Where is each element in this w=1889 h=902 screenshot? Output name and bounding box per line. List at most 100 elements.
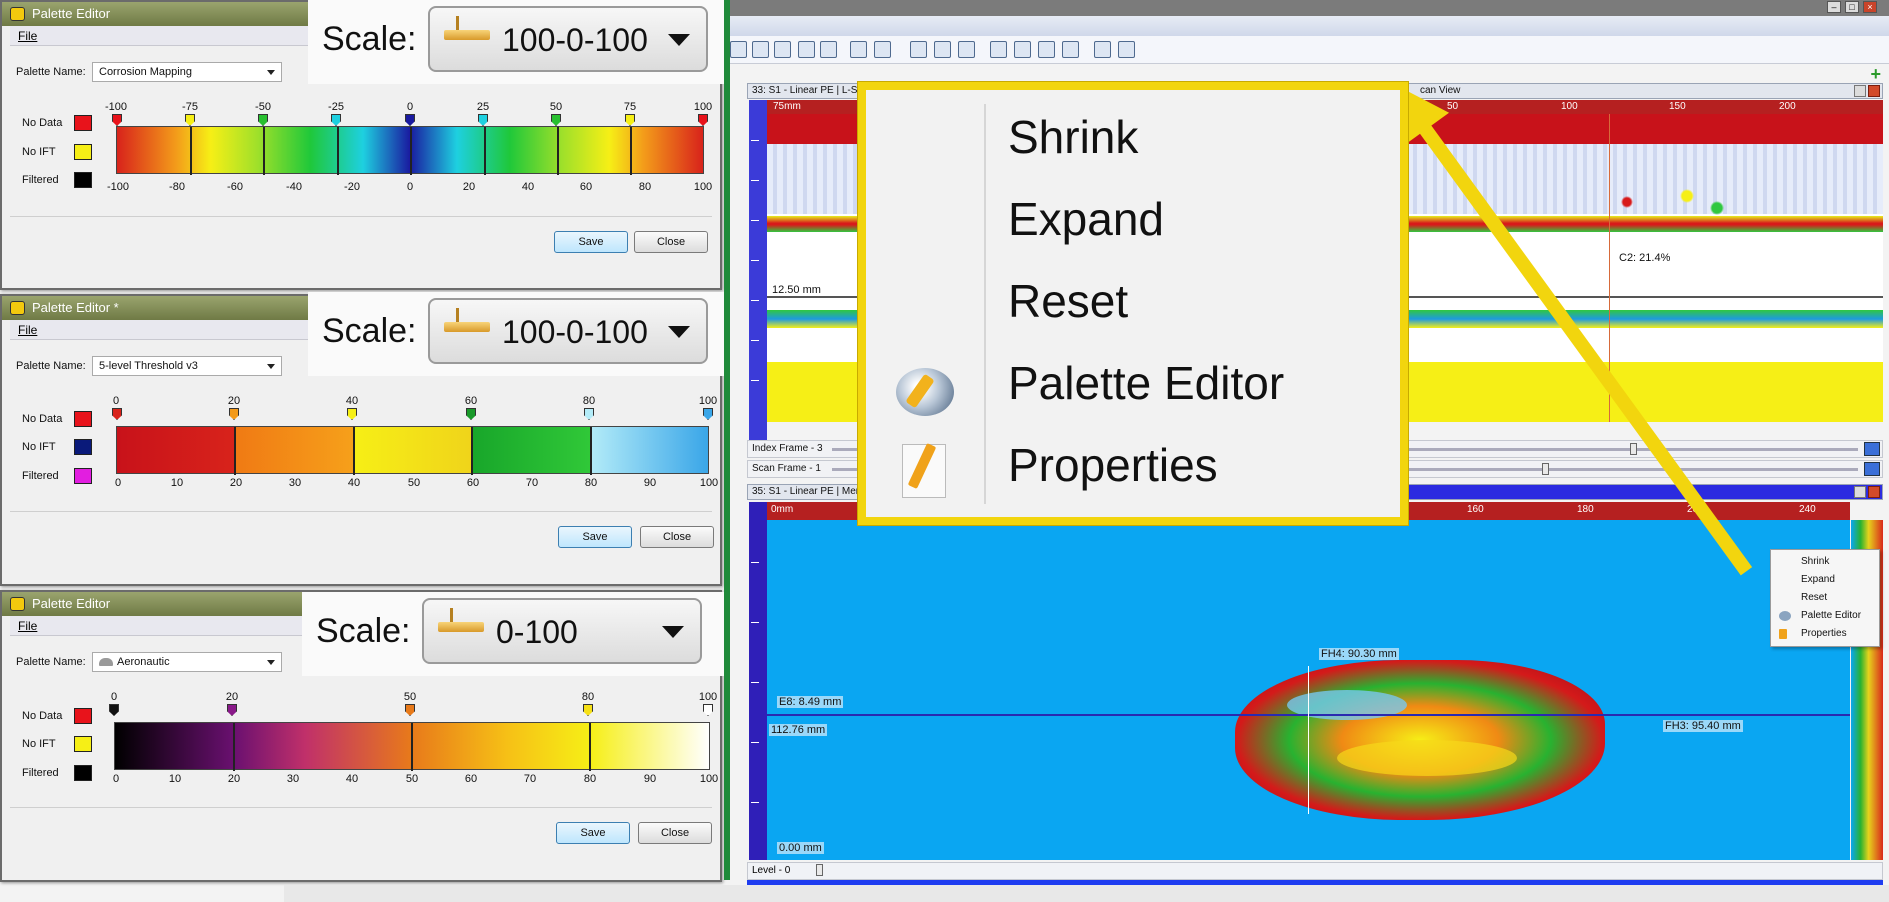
menu-item-palette-editor[interactable]: Palette Editor	[1008, 356, 1284, 410]
scale-label: Scale:	[322, 20, 417, 58]
close-button[interactable]: Close	[640, 526, 714, 548]
ruler-label: 100	[1561, 101, 1578, 112]
filtered-swatch[interactable]	[74, 468, 92, 484]
no-ift-label: No IFT	[22, 146, 56, 158]
menu-item-reset[interactable]: Reset	[1801, 592, 1827, 603]
menu-item-properties[interactable]: Properties	[1801, 628, 1847, 639]
level-slider[interactable]	[816, 864, 823, 876]
save-button[interactable]: Save	[554, 231, 628, 253]
maximize-icon[interactable]	[1854, 85, 1866, 97]
scale-dropdown[interactable]: 100-0-100	[428, 298, 708, 364]
clear-overlay-icon[interactable]	[1118, 41, 1135, 58]
save-view-icon[interactable]	[774, 41, 791, 58]
zoom-fit-icon[interactable]	[958, 41, 975, 58]
menu-item-shrink[interactable]: Shrink	[1801, 556, 1829, 567]
palette-marker-handle[interactable]	[466, 408, 476, 420]
palette-name-select[interactable]: 5-level Threshold v3	[92, 356, 282, 376]
palette-marker-handle[interactable]	[331, 114, 341, 126]
close-icon[interactable]: ×	[1863, 1, 1877, 13]
palette-marker-handle[interactable]	[258, 114, 268, 126]
menu-item-palette-editor[interactable]: Palette Editor	[1801, 610, 1861, 621]
chevron-down-icon	[668, 34, 690, 46]
cursor-icon[interactable]	[820, 41, 837, 58]
file-menu[interactable]: File	[18, 29, 37, 43]
index-frame-slider[interactable]	[1630, 443, 1637, 455]
top-tick-label: 100	[698, 691, 718, 703]
palette-marker-handle[interactable]	[185, 114, 195, 126]
scale-callout: Scale: 100-0-100	[308, 292, 724, 376]
undo-icon[interactable]	[730, 41, 747, 58]
no-data-swatch[interactable]	[74, 708, 92, 724]
cursor-readout: C2: 21.4%	[1619, 252, 1671, 264]
no-data-swatch[interactable]	[74, 411, 92, 427]
tool-icon[interactable]	[1062, 41, 1079, 58]
play-icon[interactable]	[1864, 462, 1880, 476]
scale-dropdown[interactable]: 0-100	[422, 598, 702, 664]
palette-marker-handle[interactable]	[698, 114, 708, 126]
palette-marker-handle[interactable]	[347, 408, 357, 420]
menu-item-reset[interactable]: Reset	[1008, 274, 1128, 328]
menu-item-expand[interactable]: Expand	[1008, 192, 1164, 246]
cscan-view[interactable]: FH4: 90.30 mm E8: 8.49 mm FH3: 95.40 mm …	[767, 520, 1850, 860]
zoom-in-icon[interactable]	[910, 41, 927, 58]
palette-marker-handle[interactable]	[112, 114, 122, 126]
restore-icon[interactable]: □	[1845, 1, 1859, 13]
palette-marker-handle[interactable]	[109, 704, 119, 716]
palette-marker-handle[interactable]	[478, 114, 488, 126]
close-icon[interactable]	[1868, 486, 1880, 498]
layout-icon[interactable]	[752, 41, 769, 58]
no-data-swatch[interactable]	[74, 115, 92, 131]
no-ift-swatch[interactable]	[74, 144, 92, 160]
edit-selection-icon[interactable]	[1014, 41, 1031, 58]
filtered-swatch[interactable]	[74, 172, 92, 188]
minimize-icon[interactable]: –	[1827, 1, 1841, 13]
select-icon[interactable]	[990, 41, 1007, 58]
file-menu[interactable]: File	[18, 323, 37, 337]
palette-name-select[interactable]: Corrosion Mapping	[92, 62, 282, 82]
top-tick-label: -25	[328, 101, 344, 113]
palette-marker-handle[interactable]	[625, 114, 635, 126]
close-button[interactable]: Close	[638, 822, 712, 844]
palette-gradient-bar[interactable]	[116, 426, 709, 475]
palette-marker-handle[interactable]	[583, 704, 593, 716]
ruler-icon[interactable]	[850, 41, 867, 58]
scan-frame-slider[interactable]	[1542, 463, 1549, 475]
palette-gradient-bar[interactable]	[114, 722, 710, 771]
bottom-tick-label: 60	[579, 181, 593, 193]
measure-icon[interactable]	[1038, 41, 1055, 58]
palette-marker-handle[interactable]	[405, 704, 415, 716]
palette-gradient-bar[interactable]	[116, 126, 704, 175]
palette-marker-handle[interactable]	[229, 408, 239, 420]
menu-item-properties[interactable]: Properties	[1008, 438, 1218, 492]
menu-item-expand[interactable]: Expand	[1801, 574, 1835, 585]
palette-marker-handle[interactable]	[112, 408, 122, 420]
palette-icon[interactable]	[798, 41, 815, 58]
close-button[interactable]: Close	[634, 231, 708, 253]
filtered-swatch[interactable]	[74, 765, 92, 781]
close-icon[interactable]	[1868, 85, 1880, 97]
maximize-icon[interactable]	[1854, 486, 1866, 498]
palette-marker-handle[interactable]	[703, 704, 713, 716]
palette-marker-handle[interactable]	[405, 114, 415, 126]
overlay-icon[interactable]	[1094, 41, 1111, 58]
save-button[interactable]: Save	[558, 526, 632, 548]
palette-marker-handle[interactable]	[703, 408, 713, 420]
no-ift-swatch[interactable]	[74, 439, 92, 455]
palette-name-select[interactable]: Aeronautic	[92, 652, 282, 672]
zoom-out-icon[interactable]	[934, 41, 951, 58]
palette-marker-handle[interactable]	[227, 704, 237, 716]
palette-editor-dialog-2: Palette Editor * File Palette Name: 5-le…	[0, 292, 724, 586]
no-ift-swatch[interactable]	[74, 736, 92, 752]
palette-marker-handle[interactable]	[584, 408, 594, 420]
menu-icon-gutter	[984, 104, 986, 504]
save-button[interactable]: Save	[556, 822, 630, 844]
palette-marker-handle[interactable]	[551, 114, 561, 126]
scale-dropdown[interactable]: 100-0-100	[428, 6, 708, 72]
menu-item-shrink[interactable]: Shrink	[1008, 110, 1138, 164]
grid-icon[interactable]	[874, 41, 891, 58]
ruler-tick	[751, 220, 759, 221]
play-icon[interactable]	[1864, 442, 1880, 456]
bottom-tick-label: -80	[169, 181, 185, 193]
file-menu[interactable]: File	[18, 619, 37, 633]
add-icon[interactable]: +	[1870, 64, 1881, 85]
